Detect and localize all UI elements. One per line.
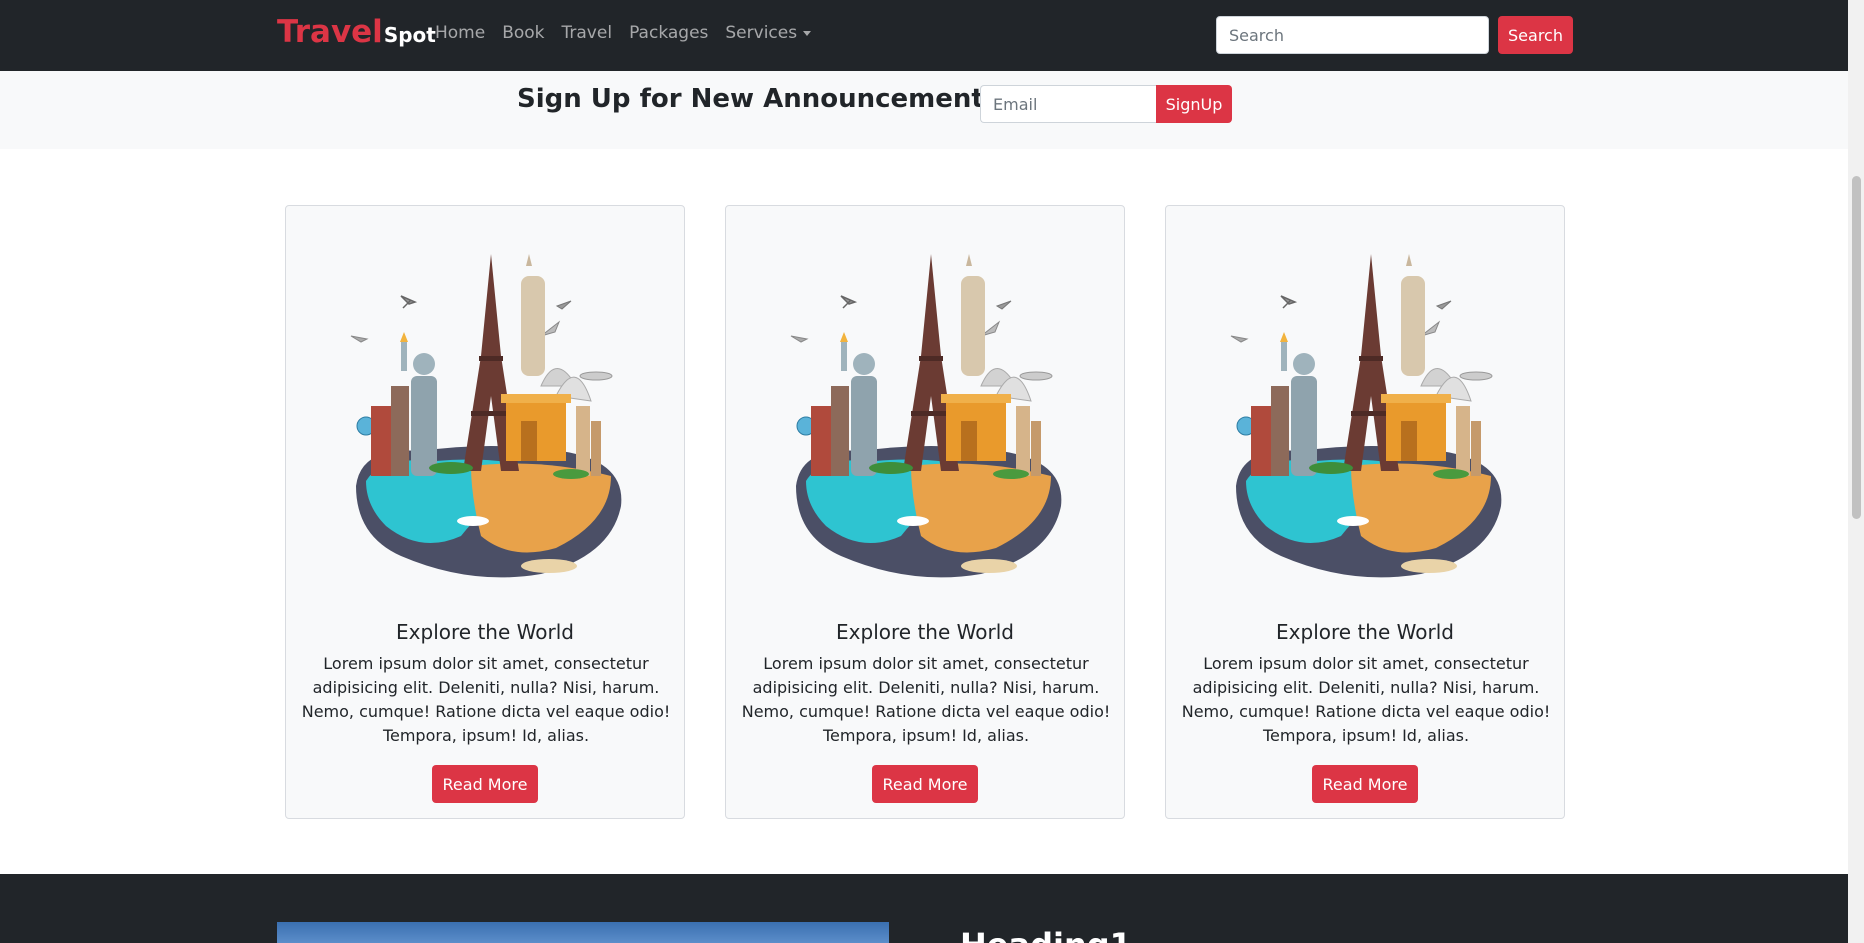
read-more-button[interactable]: Read More	[872, 765, 978, 803]
brand-main-text: Travel	[277, 14, 383, 50]
section-heading: Heading1	[960, 926, 1132, 943]
nav-links: Home Book Travel Packages Services	[435, 23, 812, 43]
sky-image	[277, 922, 889, 943]
feature-section: Heading1	[0, 874, 1848, 943]
scrollbar-thumb[interactable]	[1852, 176, 1861, 519]
brand-logo[interactable]: Travel Spot	[277, 14, 436, 50]
card-text: Lorem ipsum dolor sit amet, consectetur …	[1181, 654, 1551, 745]
email-field[interactable]	[980, 85, 1156, 123]
nav-link-book[interactable]: Book	[502, 23, 544, 43]
card-title: Explore the World	[396, 620, 574, 644]
card-text: Lorem ipsum dolor sit amet, consectetur …	[301, 654, 671, 745]
nav-dropdown-services[interactable]: Services	[725, 23, 812, 43]
card-text: Lorem ipsum dolor sit amet, consectetur …	[741, 654, 1111, 745]
search-input[interactable]	[1216, 16, 1489, 54]
travel-landmarks-image	[350, 253, 623, 579]
nav-link-packages[interactable]: Packages	[629, 23, 708, 43]
nav-link-services-label: Services	[725, 23, 798, 43]
card-title: Explore the World	[1276, 620, 1454, 644]
card-title: Explore the World	[836, 620, 1014, 644]
card-explore-2: Explore the World Lorem ipsum dolor sit …	[725, 205, 1125, 819]
read-more-button[interactable]: Read More	[1312, 765, 1418, 803]
nav-link-home[interactable]: Home	[435, 23, 485, 43]
navbar: Travel Spot Home Book Travel Packages Se…	[0, 0, 1848, 71]
card-explore-1: Explore the World Lorem ipsum dolor sit …	[285, 205, 685, 819]
travel-landmarks-image	[790, 253, 1063, 579]
nav-link-travel[interactable]: Travel	[562, 23, 613, 43]
signup-button[interactable]: SignUp	[1156, 85, 1232, 123]
search-button[interactable]: Search	[1498, 16, 1573, 54]
chevron-down-icon	[803, 30, 812, 36]
travel-landmarks-image	[1230, 253, 1503, 579]
brand-sub-text: Spot	[383, 23, 436, 47]
signup-title: Sign Up for New Announcement	[517, 84, 984, 114]
card-explore-3: Explore the World Lorem ipsum dolor sit …	[1165, 205, 1565, 819]
read-more-button[interactable]: Read More	[432, 765, 538, 803]
signup-section: Sign Up for New Announcement SignUp	[0, 71, 1848, 149]
